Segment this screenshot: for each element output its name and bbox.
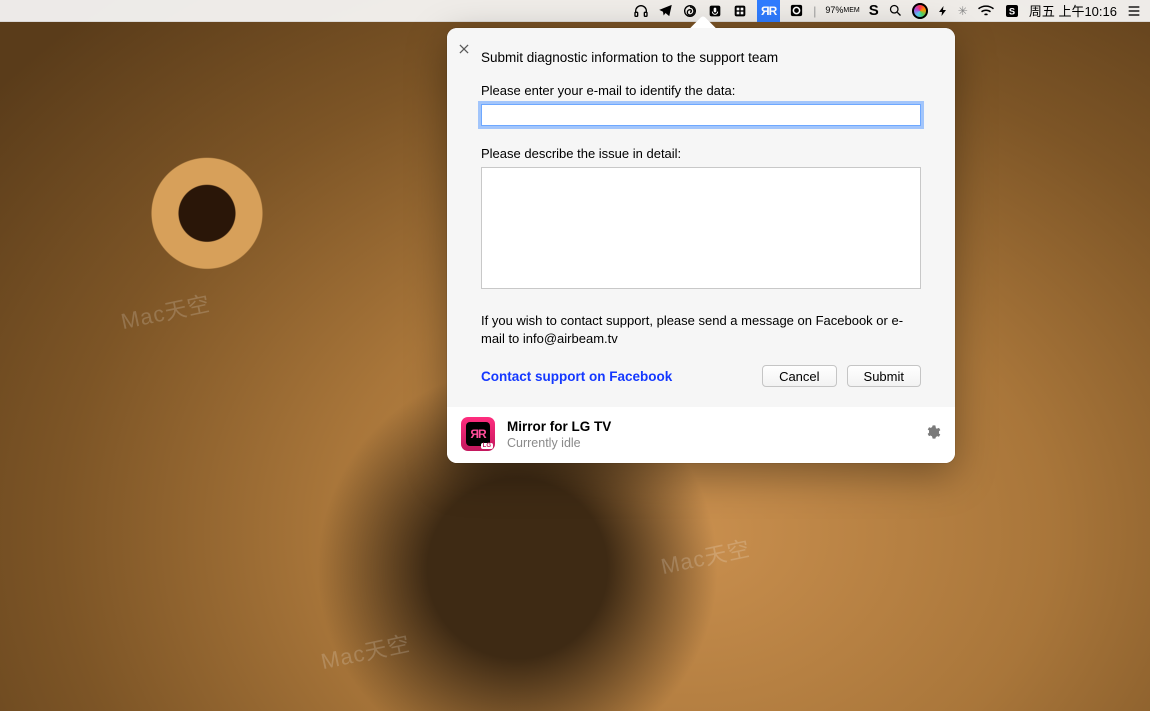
facebook-support-link[interactable]: Contact support on Facebook bbox=[481, 369, 672, 384]
app-icon: ЯR LG bbox=[461, 417, 495, 451]
close-button[interactable] bbox=[457, 42, 475, 60]
divider-icon: | bbox=[813, 0, 816, 22]
telegram-icon[interactable] bbox=[658, 0, 673, 22]
description-textarea[interactable] bbox=[481, 167, 921, 289]
menubar-clock[interactable]: 周五 上午10:16 bbox=[1029, 0, 1117, 22]
s-icon[interactable]: S bbox=[869, 0, 879, 22]
spiral-icon[interactable] bbox=[682, 0, 698, 22]
email-label: Please enter your e-mail to identify the… bbox=[481, 83, 921, 98]
headphones-icon[interactable] bbox=[633, 0, 649, 22]
app-menubar-icon[interactable]: ЯR bbox=[757, 0, 780, 22]
email-input[interactable] bbox=[481, 104, 921, 126]
sogou-icon[interactable]: S bbox=[1004, 0, 1020, 22]
battery-status[interactable]: 97%MEM bbox=[825, 0, 859, 22]
popover-footer: ЯR LG Mirror for LG TV Currently idle bbox=[447, 407, 955, 463]
wifi-icon[interactable] bbox=[977, 0, 995, 22]
support-note: If you wish to contact support, please s… bbox=[481, 312, 921, 347]
notification-center-icon[interactable] bbox=[1126, 0, 1142, 22]
form-heading: Submit diagnostic information to the sup… bbox=[481, 50, 921, 65]
snowflake-icon[interactable]: ✳ bbox=[958, 0, 968, 22]
app-status: Currently idle bbox=[507, 436, 611, 450]
submit-button[interactable]: Submit bbox=[847, 365, 921, 387]
description-label: Please describe the issue in detail: bbox=[481, 146, 921, 161]
siri-icon[interactable] bbox=[912, 0, 928, 22]
bolt-icon[interactable] bbox=[937, 0, 949, 22]
grid-icon[interactable] bbox=[732, 0, 748, 22]
mic-icon[interactable] bbox=[707, 0, 723, 22]
menubar: ЯR | 97%MEM S ✳ S 周五 上午10:16 bbox=[0, 0, 1150, 22]
diagnostic-popover: Submit diagnostic information to the sup… bbox=[447, 28, 955, 463]
diagnostic-form: Submit diagnostic information to the sup… bbox=[447, 28, 955, 407]
spotlight-icon[interactable] bbox=[888, 0, 903, 22]
app-name: Mirror for LG TV bbox=[507, 419, 611, 434]
settings-gear-icon[interactable] bbox=[925, 424, 941, 445]
svg-text:S: S bbox=[1009, 6, 1015, 16]
cancel-button[interactable]: Cancel bbox=[762, 365, 836, 387]
circle-o-icon[interactable] bbox=[789, 0, 804, 22]
